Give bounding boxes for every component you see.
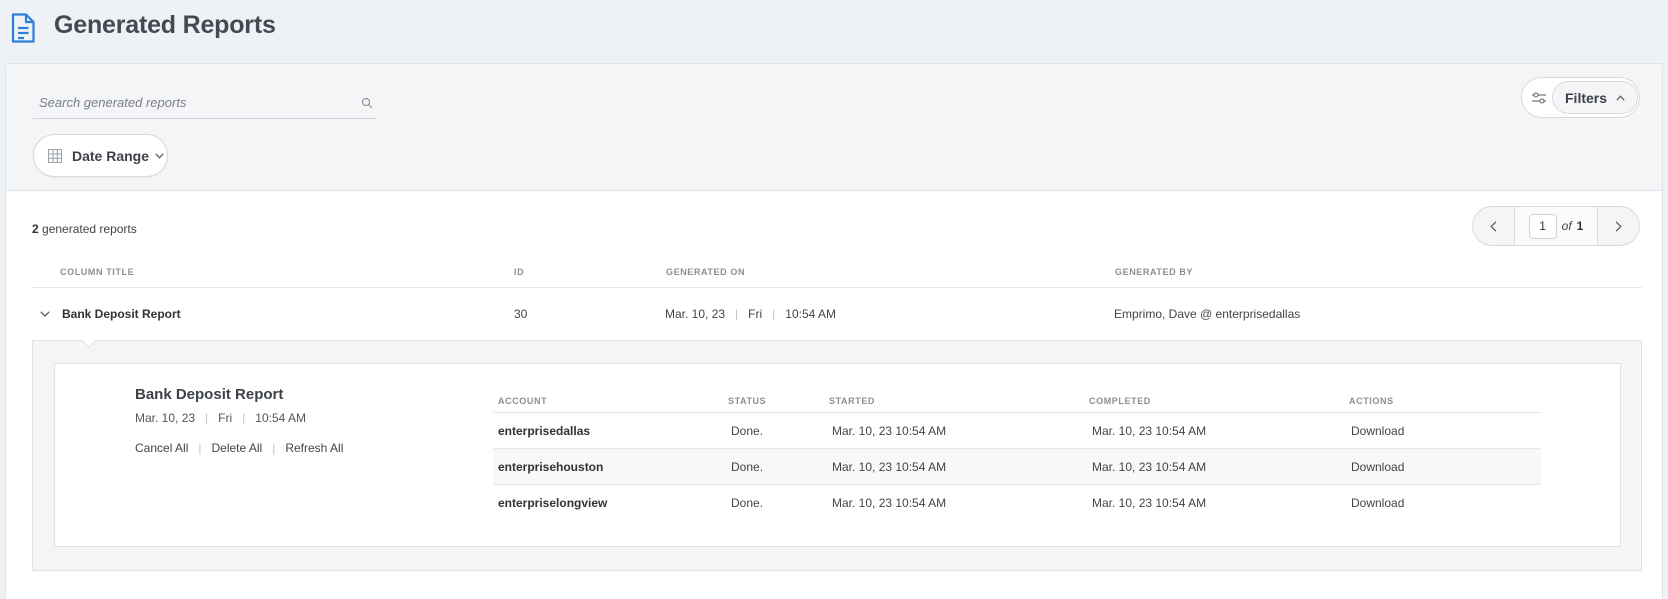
account-completed: Mar. 10, 23 10:54 AM bbox=[1092, 460, 1207, 474]
page-header: Generated Reports bbox=[0, 0, 1668, 62]
report-generated-by: Emprimo, Dave @ enterprisedallas bbox=[1114, 307, 1301, 321]
page-title: Generated Reports bbox=[54, 10, 276, 39]
account-row: enterprisehouston Done. Mar. 10, 23 10:5… bbox=[493, 449, 1541, 485]
date-range-label: Date Range bbox=[72, 147, 150, 164]
column-header-generated-by[interactable]: GENERATED BY bbox=[1115, 267, 1193, 277]
account-row: enterprisedallas Done. Mar. 10, 23 10:54… bbox=[493, 413, 1541, 449]
results-count-label: generated reports bbox=[42, 222, 137, 236]
report-detail-card: Bank Deposit Report Mar. 10, 23 | Fri | 10:5… bbox=[54, 363, 1621, 547]
next-page-button[interactable] bbox=[1597, 207, 1639, 245]
separator: | bbox=[735, 307, 739, 321]
column-header-started: STARTED bbox=[829, 396, 876, 406]
filters-button[interactable]: Filters bbox=[1552, 81, 1638, 114]
calendar-grid-icon bbox=[48, 148, 62, 163]
table-header: COLUMN TITLE ID GENERATED ON GENERATED B… bbox=[32, 259, 1642, 288]
pagination: of 1 bbox=[1472, 206, 1640, 246]
detail-day: Fri bbox=[218, 411, 233, 425]
filter-bar: Date Range Filters bbox=[6, 64, 1662, 191]
filters-group: Filters bbox=[1521, 77, 1640, 118]
refresh-all-link[interactable]: Refresh All bbox=[285, 441, 343, 455]
expand-chevron-icon[interactable] bbox=[40, 311, 50, 317]
results-count: 2 generated reports bbox=[32, 222, 137, 236]
detail-title: Bank Deposit Report bbox=[135, 386, 284, 403]
table-row[interactable]: Bank Deposit Report 30 Mar. 10, 23 | Fri | 1… bbox=[32, 288, 1642, 340]
account-name: enterprisehouston bbox=[498, 460, 604, 474]
account-row: enterpriselongview Done. Mar. 10, 23 10:… bbox=[493, 485, 1541, 521]
total-pages: 1 bbox=[1576, 219, 1584, 233]
report-detail-panel: Bank Deposit Report Mar. 10, 23 | Fri | 10:5… bbox=[32, 340, 1642, 571]
search-input[interactable] bbox=[33, 94, 353, 110]
account-status: Done. bbox=[731, 424, 764, 438]
previous-page-button[interactable] bbox=[1473, 207, 1515, 245]
column-header-title[interactable]: COLUMN TITLE bbox=[60, 267, 134, 277]
account-started: Mar. 10, 23 10:54 AM bbox=[832, 460, 947, 474]
download-link[interactable]: Download bbox=[1351, 460, 1404, 474]
results-count-number: 2 bbox=[32, 222, 39, 236]
report-date: Mar. 10, 23 bbox=[665, 307, 726, 321]
download-link[interactable]: Download bbox=[1351, 424, 1404, 438]
page-of-label: of bbox=[1561, 219, 1572, 233]
column-header-generated-on[interactable]: GENERATED ON bbox=[666, 267, 745, 277]
chevron-up-icon bbox=[1616, 94, 1625, 101]
document-icon bbox=[11, 13, 35, 43]
separator: | bbox=[772, 307, 776, 321]
separator: | bbox=[205, 411, 209, 425]
account-started: Mar. 10, 23 10:54 AM bbox=[832, 496, 947, 510]
chevron-left-icon bbox=[1490, 220, 1497, 232]
filters-label: Filters bbox=[1565, 89, 1608, 106]
account-started: Mar. 10, 23 10:54 AM bbox=[832, 424, 947, 438]
bulk-actions: Cancel All | Delete All | Refresh All bbox=[135, 441, 343, 455]
column-header-account: ACCOUNT bbox=[498, 396, 548, 406]
column-header-id[interactable]: ID bbox=[514, 267, 524, 277]
column-header-actions: ACTIONS bbox=[1349, 396, 1394, 406]
chevron-right-icon bbox=[1615, 220, 1622, 232]
chevron-down-icon bbox=[155, 152, 164, 159]
column-header-completed: COMPLETED bbox=[1089, 396, 1151, 406]
account-completed: Mar. 10, 23 10:54 AM bbox=[1092, 496, 1207, 510]
report-day: Fri bbox=[748, 307, 763, 321]
page-number-input[interactable] bbox=[1528, 213, 1557, 239]
account-name: enterprisedallas bbox=[498, 424, 591, 438]
account-status: Done. bbox=[731, 496, 764, 510]
detail-date: Mar. 10, 23 bbox=[135, 411, 196, 425]
report-generated-on: Mar. 10, 23 | Fri | 10:54 AM bbox=[665, 307, 836, 321]
page-indicator: of 1 bbox=[1515, 207, 1597, 245]
separator: | bbox=[242, 411, 246, 425]
report-id: 30 bbox=[514, 307, 528, 321]
report-time: 10:54 AM bbox=[785, 307, 836, 321]
search-box bbox=[33, 86, 377, 119]
separator: | bbox=[272, 441, 276, 455]
account-name: enterpriselongview bbox=[498, 496, 608, 510]
accounts-table: ACCOUNT STATUS STARTED COMPLETED ACTIONS… bbox=[493, 389, 1541, 521]
detail-datetime: Mar. 10, 23 | Fri | 10:54 AM bbox=[135, 411, 306, 425]
reports-panel: Date Range Filters 2 generated reports bbox=[5, 63, 1663, 599]
sliders-icon[interactable] bbox=[1531, 91, 1547, 105]
caret-pointer bbox=[82, 340, 96, 348]
download-link[interactable]: Download bbox=[1351, 496, 1404, 510]
column-header-status: STATUS bbox=[728, 396, 767, 406]
delete-all-link[interactable]: Delete All bbox=[212, 441, 263, 455]
accounts-table-header: ACCOUNT STATUS STARTED COMPLETED ACTIONS bbox=[493, 389, 1541, 413]
account-status: Done. bbox=[731, 460, 764, 474]
account-completed: Mar. 10, 23 10:54 AM bbox=[1092, 424, 1207, 438]
date-range-button[interactable]: Date Range bbox=[33, 134, 168, 177]
cancel-all-link[interactable]: Cancel All bbox=[135, 441, 188, 455]
detail-time: 10:54 AM bbox=[255, 411, 306, 425]
search-icon[interactable] bbox=[361, 97, 373, 109]
report-title[interactable]: Bank Deposit Report bbox=[62, 307, 181, 321]
separator: | bbox=[198, 441, 202, 455]
